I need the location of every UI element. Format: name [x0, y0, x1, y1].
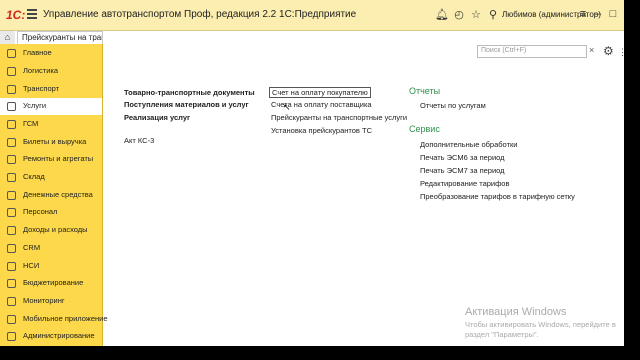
windows-activation-title: Активация Windows	[465, 306, 567, 318]
app-logo: 1С:	[6, 8, 26, 22]
bell-icon[interactable]: 🔔︎	[435, 8, 449, 21]
main-menu-icon[interactable]	[27, 9, 37, 19]
app-title: Управление автотранспортом Проф, редакци…	[43, 9, 357, 20]
windows-activation-line: Чтобы активировать Windows, перейдите в	[465, 320, 616, 329]
tab-price-lists[interactable]: Прейскуранты на транспорт	[17, 31, 103, 44]
section-icon	[7, 332, 16, 341]
history-icon[interactable]: ◴	[452, 8, 466, 21]
link-sales[interactable]: Реализация услуг	[124, 113, 190, 122]
video-letterbox-right	[624, 0, 640, 360]
link-ttn[interactable]: Товарно-транспортные документы	[124, 88, 255, 97]
link-customer-invoice[interactable]: Счет на оплату покупателю	[269, 87, 371, 98]
sidebar-item-nsi[interactable]: НСИ	[0, 258, 102, 275]
section-icon	[7, 85, 16, 94]
video-letterbox-bottom	[0, 346, 640, 360]
sidebar-item-services[interactable]: Услуги	[0, 98, 102, 115]
sidebar-item-admin[interactable]: Администрирование	[0, 328, 102, 345]
windows-activation-text: Чтобы активировать Windows, перейдите в …	[465, 320, 616, 340]
link-set-price-lists[interactable]: Установка прейскурантов ТС	[271, 126, 372, 135]
link-edit-tariffs[interactable]: Редактирование тарифов	[420, 179, 509, 188]
gear-icon[interactable]: ⚙	[603, 44, 614, 58]
section-icon	[7, 191, 16, 200]
sidebar-item-income[interactable]: Доходы и расходы	[0, 222, 102, 239]
section-icon	[7, 279, 16, 288]
section-icon	[7, 315, 16, 324]
link-print-esm6[interactable]: Печать ЭСМ6 за период	[420, 153, 505, 162]
clear-search-icon[interactable]: ×	[589, 45, 594, 55]
section-icon	[7, 138, 16, 147]
search-input[interactable]: Поиск (Ctrl+F)	[477, 45, 587, 58]
tab-strip: ⌂ Прейскуранты на транспорт	[0, 31, 624, 44]
home-icon[interactable]: ⌂	[0, 31, 15, 44]
link-extra-processing[interactable]: Дополнительные обработки	[420, 140, 517, 149]
sidebar-item-mobile[interactable]: Мобильное приложение	[0, 311, 108, 328]
link-convert-tariffs[interactable]: Преобразование тарифов в тарифную сетку	[420, 192, 575, 201]
sidebar: Главное Логистика Транспорт Услуги ГСМ Б…	[0, 44, 108, 346]
link-ks3[interactable]: Акт КС-3	[124, 136, 154, 145]
section-icon	[7, 262, 16, 271]
link-price-lists[interactable]: Прейскуранты на транспортные услуги	[271, 113, 407, 122]
section-icon	[7, 244, 16, 253]
section-icon	[7, 120, 16, 129]
sidebar-item-transport[interactable]: Транспорт	[0, 81, 102, 98]
sidebar-item-fuel[interactable]: ГСМ	[0, 116, 102, 133]
sidebar-item-monitoring[interactable]: Мониторинг	[0, 293, 102, 310]
link-print-esm7[interactable]: Печать ЭСМ7 за период	[420, 166, 505, 175]
section-icon	[7, 67, 16, 76]
mouse-cursor-icon: ↖	[283, 102, 291, 112]
title-bar: 1С: Управление автотранспортом Проф, ред…	[0, 0, 624, 31]
section-icon	[7, 173, 16, 182]
section-icon	[7, 155, 16, 164]
reports-heading: Отчеты	[409, 86, 441, 96]
sidebar-item-budget[interactable]: Бюджетирование	[0, 275, 102, 292]
minimize-icon[interactable]: –	[591, 8, 605, 20]
sidebar-item-warehouse[interactable]: Склад	[0, 169, 102, 186]
sidebar-item-repairs[interactable]: Ремонты и агрегаты	[0, 151, 102, 168]
sidebar-item-tickets[interactable]: Билеты и выручка	[0, 134, 102, 151]
star-icon[interactable]: ☆	[469, 8, 483, 21]
link-service-reports[interactable]: Отчеты по услугам	[420, 101, 486, 110]
windows-activation-line: раздел "Параметры".	[465, 330, 539, 339]
link-receipts[interactable]: Поступления материалов и услуг	[124, 100, 249, 109]
search-icon[interactable]: ⚲	[486, 8, 500, 21]
sidebar-item-crm[interactable]: CRM	[0, 240, 102, 257]
sidebar-item-cash[interactable]: Денежные средства	[0, 187, 102, 204]
section-icon	[7, 102, 16, 111]
maximize-icon[interactable]: □	[606, 8, 620, 20]
app-window: 1С: Управление автотранспортом Проф, ред…	[0, 0, 624, 346]
sidebar-item-logistics[interactable]: Логистика	[0, 63, 102, 80]
section-icon	[7, 208, 16, 217]
section-icon	[7, 297, 16, 306]
section-icon	[7, 49, 16, 58]
section-icon	[7, 226, 16, 235]
sidebar-item-main[interactable]: Главное	[0, 45, 102, 62]
service-heading: Сервис	[409, 124, 440, 134]
sidebar-item-personnel[interactable]: Персонал	[0, 204, 102, 221]
settings-icon[interactable]: ≡	[576, 8, 590, 20]
